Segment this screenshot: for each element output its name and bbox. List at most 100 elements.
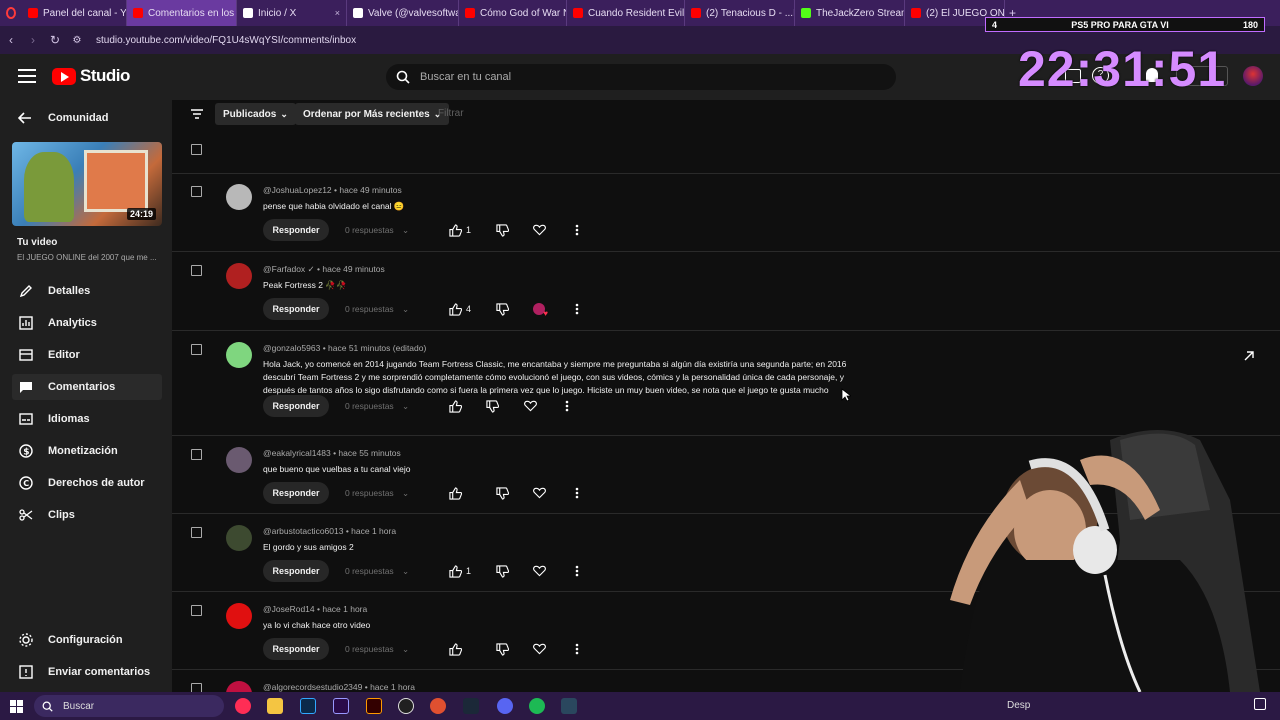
comment-author[interactable]: @JoseRod14 bbox=[263, 604, 315, 614]
sort-order-chip[interactable]: Ordenar por Más recientes ⌄ bbox=[295, 103, 450, 125]
more-actions-button[interactable] bbox=[568, 484, 586, 502]
windows-start-icon[interactable] bbox=[10, 700, 23, 713]
sidebar-item-derechos-de-autor[interactable]: C Derechos de autor bbox=[12, 470, 162, 496]
spotify-icon[interactable] bbox=[529, 698, 545, 714]
comment-checkbox[interactable] bbox=[191, 605, 202, 616]
back-nav-icon[interactable]: ‹ bbox=[0, 33, 22, 47]
comment-author[interactable]: @arbustotactico6013 bbox=[263, 526, 343, 536]
filter-icon[interactable] bbox=[190, 108, 204, 120]
replies-toggle[interactable]: 0 respuestas ⌄ bbox=[345, 566, 409, 577]
comment-checkbox[interactable] bbox=[191, 344, 202, 355]
sidebar-item-feedback[interactable]: Enviar comentarios bbox=[12, 659, 162, 685]
url-text[interactable]: studio.youtube.com/video/FQ1U4sWqYSI/com… bbox=[96, 35, 356, 46]
heart-button[interactable] bbox=[530, 221, 548, 239]
select-all-checkbox[interactable] bbox=[191, 144, 202, 155]
browser-menu-icon[interactable] bbox=[0, 0, 22, 26]
search-input[interactable]: Buscar en tu canal bbox=[386, 64, 896, 90]
like-button[interactable] bbox=[446, 562, 464, 580]
browser-tab[interactable]: (2) Tenacious D - ...Ba× bbox=[685, 0, 795, 26]
notification-center-icon[interactable] bbox=[1254, 698, 1266, 710]
forward-nav-icon[interactable]: › bbox=[22, 33, 44, 47]
commenter-avatar[interactable] bbox=[226, 525, 252, 551]
sidebar-item-editor[interactable]: Editor bbox=[12, 342, 162, 368]
comment-checkbox[interactable] bbox=[191, 683, 202, 692]
reply-button[interactable]: Responder bbox=[263, 298, 329, 320]
comment-author[interactable]: @Farfadox ✓ bbox=[263, 264, 315, 274]
like-button[interactable] bbox=[446, 484, 464, 502]
comment-author[interactable]: @gonzalo5963 bbox=[263, 343, 320, 353]
site-info-icon[interactable]: ⚙ bbox=[66, 35, 88, 46]
illustrator-icon[interactable] bbox=[366, 698, 382, 714]
sidebar-item-analytics[interactable]: Analytics bbox=[12, 310, 162, 336]
replies-toggle[interactable]: 0 respuestas ⌄ bbox=[345, 644, 409, 655]
replies-toggle[interactable]: 0 respuestas ⌄ bbox=[345, 401, 409, 412]
browser-tab[interactable]: Cuando Resident Evil Cas× bbox=[567, 0, 685, 26]
more-actions-button[interactable] bbox=[558, 397, 576, 415]
reply-button[interactable]: Responder bbox=[263, 560, 329, 582]
dislike-button[interactable] bbox=[493, 562, 511, 580]
more-actions-button[interactable] bbox=[568, 640, 586, 658]
taskbar-search[interactable]: Buscar bbox=[34, 695, 224, 717]
commenter-avatar[interactable] bbox=[226, 447, 252, 473]
heart-button[interactable] bbox=[530, 484, 548, 502]
heart-button[interactable] bbox=[530, 640, 548, 658]
browser-tab[interactable]: Valve (@valvesoftware) / X× bbox=[347, 0, 459, 26]
commenter-avatar[interactable] bbox=[226, 184, 252, 210]
more-actions-button[interactable] bbox=[568, 300, 586, 318]
browser-tab[interactable]: TheJackZero Stream - Wa× bbox=[795, 0, 905, 26]
more-actions-button[interactable] bbox=[568, 221, 586, 239]
reply-button[interactable]: Responder bbox=[263, 219, 329, 241]
open-external-icon[interactable] bbox=[1243, 350, 1255, 362]
like-button[interactable] bbox=[446, 640, 464, 658]
heart-button[interactable] bbox=[521, 397, 539, 415]
heart-button[interactable] bbox=[530, 562, 548, 580]
more-actions-button[interactable] bbox=[568, 562, 586, 580]
dislike-button[interactable] bbox=[493, 300, 511, 318]
obs-icon[interactable] bbox=[398, 698, 414, 714]
comment-checkbox[interactable] bbox=[191, 186, 202, 197]
like-button[interactable] bbox=[446, 221, 464, 239]
back-to-channel[interactable]: Comunidad bbox=[18, 112, 109, 124]
app-icon[interactable] bbox=[430, 698, 446, 714]
reply-button[interactable]: Responder bbox=[263, 395, 329, 417]
studio-logo[interactable]: Studio bbox=[52, 66, 130, 86]
reply-button[interactable]: Responder bbox=[263, 638, 329, 660]
sidebar-item-gear[interactable]: Configuración bbox=[12, 627, 162, 653]
video-thumbnail[interactable]: 24:19 bbox=[12, 142, 162, 226]
like-button[interactable] bbox=[446, 397, 464, 415]
sidebar-item-clips[interactable]: Clips bbox=[12, 502, 162, 528]
sidebar-item-detalles[interactable]: Detalles bbox=[12, 278, 162, 304]
browser-tab[interactable]: Cómo God of War Nació× bbox=[459, 0, 567, 26]
dislike-button[interactable] bbox=[493, 484, 511, 502]
commenter-avatar[interactable] bbox=[226, 603, 252, 629]
comment-author[interactable]: @JoshuaLopez12 bbox=[263, 185, 332, 195]
file-explorer-icon[interactable] bbox=[267, 698, 283, 714]
account-avatar[interactable] bbox=[1243, 66, 1263, 86]
discord-icon[interactable] bbox=[497, 698, 513, 714]
commenter-avatar[interactable] bbox=[226, 342, 252, 368]
sidebar-item-monetizaci-n[interactable]: $ Monetización bbox=[12, 438, 162, 464]
sidebar-item-comentarios[interactable]: Comentarios bbox=[12, 374, 162, 400]
filter-input[interactable]: Filtrar bbox=[438, 108, 464, 119]
browser-tab[interactable]: Comentarios en los vídeos× bbox=[127, 0, 237, 26]
replies-toggle[interactable]: 0 respuestas ⌄ bbox=[345, 488, 409, 499]
photoshop-icon[interactable] bbox=[300, 698, 316, 714]
creator-heart-button[interactable]: ♥ bbox=[530, 300, 548, 318]
commenter-avatar[interactable] bbox=[226, 681, 252, 692]
dislike-button[interactable] bbox=[493, 221, 511, 239]
premiere-icon[interactable] bbox=[333, 698, 349, 714]
reply-button[interactable]: Responder bbox=[263, 482, 329, 504]
comment-checkbox[interactable] bbox=[191, 527, 202, 538]
tab-close-icon[interactable]: × bbox=[335, 8, 340, 18]
sidebar-item-idiomas[interactable]: Idiomas bbox=[12, 406, 162, 432]
published-filter-chip[interactable]: Publicados ⌄ bbox=[215, 103, 296, 125]
browser-tab[interactable]: Panel del canal - YouTube× bbox=[22, 0, 127, 26]
replies-toggle[interactable]: 0 respuestas ⌄ bbox=[345, 304, 409, 315]
menu-icon[interactable] bbox=[18, 69, 36, 83]
like-button[interactable] bbox=[446, 300, 464, 318]
steam-icon[interactable] bbox=[463, 698, 479, 714]
opera-app-icon[interactable] bbox=[235, 698, 251, 714]
commenter-avatar[interactable] bbox=[226, 263, 252, 289]
comment-checkbox[interactable] bbox=[191, 265, 202, 276]
comment-author[interactable]: @eakalyrical1483 bbox=[263, 448, 331, 458]
